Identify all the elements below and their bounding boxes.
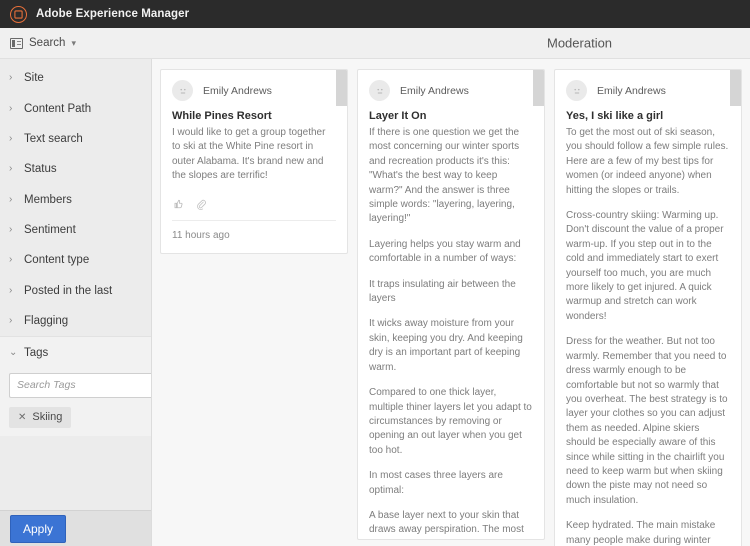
card-author: Emily Andrews [203,84,272,97]
tag-search-row: ▾ [0,368,151,398]
search-panel-toggle[interactable]: Search ▾ [0,37,86,49]
sidebar-item-label: Tags [24,346,49,359]
card-paragraph: I would like to get a group together to … [172,127,326,182]
card-paragraph: It traps insulating air between the laye… [369,278,516,305]
filter-list: › Site › Content Path › Text search › St… [0,59,151,510]
card-paragraph: Compared to one thick layer, multiple th… [369,387,532,456]
aem-logo-icon[interactable] [10,5,27,23]
card-title: Layer It On [369,110,427,122]
card-scrollbar[interactable] [336,70,347,106]
panel-rail-icon [10,37,23,49]
thumbs-up-icon[interactable] [172,198,184,210]
chevron-right-icon: › [9,72,13,84]
sidebar-item-flagging[interactable]: › Flagging [0,306,151,336]
card-timestamp: 11 hours ago [172,229,230,241]
chevron-right-icon: › [9,163,13,175]
card-title: Yes, I ski like a girl [566,110,664,122]
chevron-down-icon: ⌄ [9,346,18,358]
card-body: I would like to get a group together to … [172,126,336,184]
card-paragraph: Keep hydrated. The main mistake many peo… [566,520,716,546]
card-paragraph: A base layer next to your skin that draw… [369,509,525,539]
user-face-avatar-icon [172,80,193,101]
card-header: Emily Andrews [369,80,533,101]
body-split: › Site › Content Path › Text search › St… [0,59,750,546]
tag-chip-skiing[interactable]: ✕ Skiing [9,406,72,428]
sidebar-item-label: Posted in the last [24,284,113,297]
sidebar-item-label: Members [24,193,72,206]
chevron-right-icon: › [9,193,13,205]
sidebar-item-label: Content Path [24,102,92,115]
chevron-right-icon: › [9,132,13,144]
chevron-right-icon: › [9,254,13,266]
search-tags-input[interactable] [9,372,151,398]
card-content: Emily Andrews Yes, I ski like a girl To … [555,70,741,546]
tags-filter-section: ⌄ Tags ▾ ✕ Skiing [0,336,151,436]
card-scrollbar[interactable] [730,70,741,106]
card-body: To get the most out of ski season, you s… [566,126,730,546]
chevron-right-icon: › [9,224,13,236]
card-paragraph: Layering helps you stay warm and comfort… [369,238,521,265]
user-face-avatar-icon [369,80,390,101]
card-scrollbar[interactable] [533,70,544,106]
chevron-down-icon: ▾ [71,37,76,48]
sidebar-item-label: Flagging [24,315,69,328]
sidebar-item-text-search[interactable]: › Text search [0,124,151,154]
sidebar-item-content-path[interactable]: › Content Path [0,93,151,123]
card-paragraph: Dress for the weather. But not too warml… [566,336,728,506]
sidebar-item-label: Sentiment [24,224,76,237]
moderation-card[interactable]: Emily Andrews While Pines Resort I would… [160,69,348,254]
sidebar-item-label: Text search [24,132,83,145]
app-title: Adobe Experience Manager [36,8,190,20]
sidebar-item-content-type[interactable]: › Content type [0,245,151,275]
card-paragraph: It wicks away moisture from your skin, k… [369,318,523,373]
card-body: If there is one question we get the most… [369,126,533,539]
card-header: Emily Andrews [566,80,730,101]
chevron-right-icon: › [9,315,13,327]
sidebar-item-status[interactable]: › Status [0,154,151,184]
sidebar-item-label: Site [24,72,44,85]
card-author: Emily Andrews [400,84,469,97]
tag-chip-label: Skiing [32,411,63,424]
sidebar-item-sentiment[interactable]: › Sentiment [0,215,151,245]
moderation-card[interactable]: Emily Andrews Yes, I ski like a girl To … [554,69,742,546]
card-header: Emily Andrews [172,80,336,101]
sidebar-item-site[interactable]: › Site [0,63,151,93]
sidebar-footer: Apply [0,510,151,546]
card-footer [161,184,347,210]
selected-tags: ✕ Skiing [0,398,151,428]
card-content: Emily Andrews While Pines Resort I would… [161,70,347,184]
app-root: Adobe Experience Manager Search ▾ Modera… [0,0,750,546]
sidebar-item-tags[interactable]: ⌄ Tags [0,336,151,368]
sidebar-item-posted-in-the-last[interactable]: › Posted in the last [0,276,151,306]
page-title: Moderation [547,35,613,51]
top-bar: Adobe Experience Manager [0,0,750,28]
close-icon[interactable]: ✕ [18,412,26,423]
card-paragraph: If there is one question we get the most… [369,127,520,225]
chevron-right-icon: › [9,284,13,296]
sidebar-item-label: Content type [24,254,90,267]
card-content: Emily Andrews Layer It On If there is on… [358,70,544,539]
card-paragraph: To get the most out of ski season, you s… [566,127,729,196]
paperclip-icon[interactable] [195,198,207,210]
card-author: Emily Andrews [597,84,666,97]
moderation-card-list: Emily Andrews While Pines Resort I would… [152,59,750,546]
sidebar-item-label: Status [24,163,57,176]
card-paragraph: Cross-country skiing: Warming up. Don't … [566,210,724,322]
card-paragraph: In most cases three layers are optimal: [369,470,503,496]
sidebar-item-members[interactable]: › Members [0,185,151,215]
secondary-toolbar: Search ▾ Moderation [0,28,750,59]
apply-button[interactable]: Apply [10,514,67,543]
moderation-card[interactable]: Emily Andrews Layer It On If there is on… [357,69,545,540]
card-title: While Pines Resort [172,110,272,122]
search-label: Search [29,37,66,49]
filter-sidebar: › Site › Content Path › Text search › St… [0,59,152,546]
user-face-avatar-icon [566,80,587,101]
chevron-right-icon: › [9,102,13,114]
